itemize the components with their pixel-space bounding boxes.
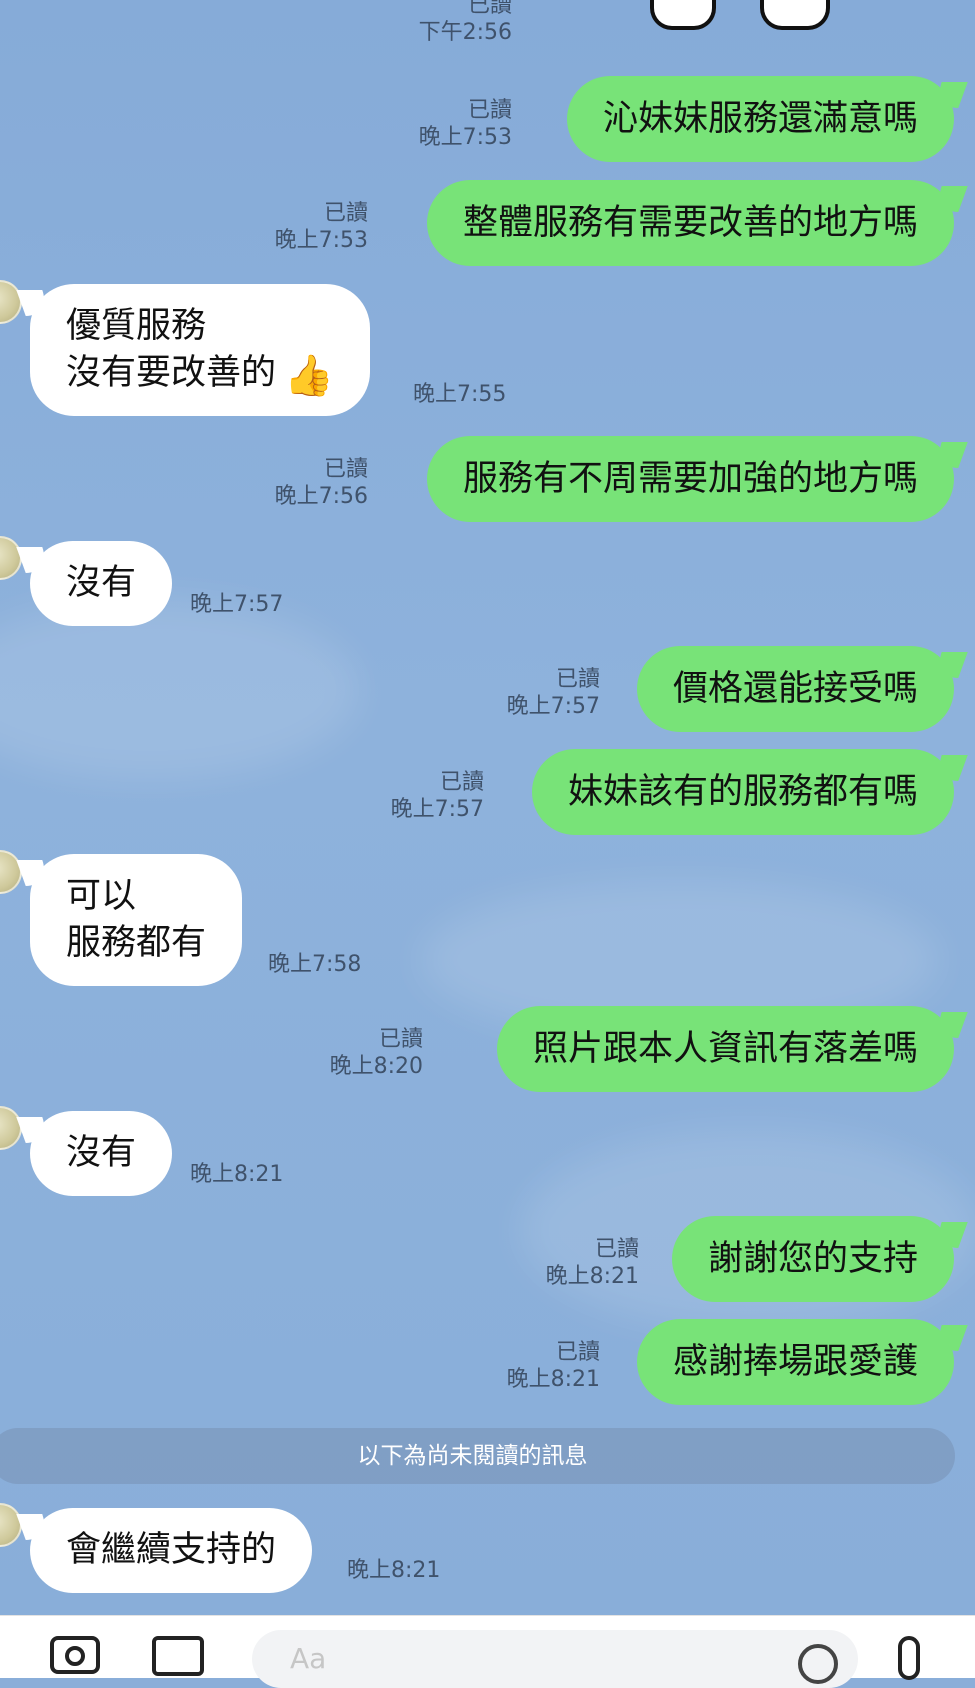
read-receipt: 已讀: [555, 1340, 600, 1365]
unread-divider: 以下為尚未閱讀的訊息: [0, 1428, 955, 1484]
message-meta: 已讀 晚上7:53: [275, 200, 368, 254]
message-meta: 已讀 晚上7:57: [507, 666, 600, 720]
avatar[interactable]: [0, 1106, 22, 1150]
read-receipt: 已讀: [323, 201, 368, 226]
message-input-bar: Aa: [0, 1615, 975, 1688]
message-text-line: 沒有: [66, 563, 137, 603]
avatar[interactable]: [0, 280, 22, 324]
photo-icon[interactable]: [152, 1636, 204, 1676]
read-receipt: 已讀: [323, 457, 368, 482]
chat-background: 已讀 下午2:56 沁妹妹服務還滿意嗎 已讀 晚上7:53 整體服務有需要改善的…: [0, 0, 975, 1615]
message-time: 晚上7:53: [274, 228, 368, 253]
message-text: 妹妹該有的服務都有嗎: [567, 771, 918, 812]
background-cloud: [0, 600, 360, 780]
read-receipt: 已讀: [555, 667, 600, 692]
message-time: 晚上7:53: [418, 125, 512, 150]
message-text: 照片跟本人資訊有落差嗎: [532, 1028, 918, 1069]
message-time: 晚上7:56: [274, 484, 368, 509]
message-meta: 晚上7:55: [413, 381, 506, 408]
incoming-message[interactable]: 沒有: [30, 1111, 173, 1196]
message-time: 晚上8:21: [506, 1367, 600, 1392]
read-receipt: 已讀: [467, 98, 512, 123]
outgoing-message[interactable]: 服務有不周需要加強的地方嗎: [426, 436, 954, 522]
message-time: 晚上8:20: [329, 1054, 423, 1079]
sticker-part: [650, 0, 716, 30]
outgoing-message[interactable]: 照片跟本人資訊有落差嗎: [496, 1006, 954, 1092]
avatar[interactable]: [0, 1503, 22, 1547]
avatar[interactable]: [0, 850, 22, 894]
message-text-line: 沒有要改善的: [66, 353, 277, 393]
message-meta: 已讀 晚上7:56: [275, 456, 368, 510]
message-time: 晚上7:58: [268, 952, 362, 977]
message-time: 晚上8:21: [347, 1558, 441, 1583]
message-text: 沁妹妹服務還滿意嗎: [602, 98, 918, 139]
message-meta: 已讀 晚上8:21: [546, 1236, 639, 1290]
message-text: 服務有不周需要加強的地方嗎: [462, 458, 918, 499]
outgoing-message[interactable]: 感謝捧場跟愛護: [636, 1319, 954, 1405]
outgoing-message[interactable]: 整體服務有需要改善的地方嗎: [426, 180, 954, 266]
camera-icon[interactable]: [50, 1636, 100, 1674]
read-receipt: 已讀: [594, 1237, 639, 1262]
message-time: 晚上7:57: [506, 694, 600, 719]
message-meta: 已讀 晚上7:57: [391, 769, 484, 823]
read-receipt: 已讀: [467, 0, 512, 18]
message-text-line: 沒有: [66, 1133, 137, 1173]
emoji-icon[interactable]: [798, 1644, 838, 1684]
message-meta: 已讀 晚上8:20: [330, 1026, 423, 1080]
message-text-line: 可以: [66, 876, 137, 916]
message-text-line: 會繼續支持的: [66, 1530, 277, 1570]
outgoing-message[interactable]: 價格還能接受嗎: [636, 646, 954, 732]
message-meta: 晚上8:21: [190, 1161, 283, 1188]
message-input[interactable]: Aa: [252, 1630, 858, 1688]
mic-icon[interactable]: [898, 1636, 920, 1680]
incoming-message[interactable]: 可以 服務都有: [30, 854, 243, 986]
incoming-message[interactable]: 會繼續支持的: [30, 1508, 313, 1593]
input-placeholder: Aa: [290, 1642, 327, 1675]
message-text-line: 優質服務: [66, 306, 207, 346]
avatar[interactable]: [0, 536, 22, 580]
message-text-line: 服務都有: [66, 923, 207, 963]
incoming-message[interactable]: 優質服務 沒有要改善的 👍: [30, 284, 370, 416]
message-meta: 已讀 下午2:56: [419, 0, 512, 46]
message-text: 價格還能接受嗎: [672, 668, 918, 709]
read-receipt: 已讀: [439, 770, 484, 795]
message-time: 晚上8:21: [545, 1264, 639, 1289]
message-meta: 已讀 晚上7:53: [419, 97, 512, 151]
message-text: 謝謝您的支持: [707, 1238, 918, 1279]
message-meta: 晚上8:21: [347, 1557, 440, 1584]
message-text: 整體服務有需要改善的地方嗎: [462, 202, 918, 243]
message-time: 晚上8:21: [190, 1162, 284, 1187]
message-time: 晚上7:57: [390, 797, 484, 822]
message-time: 晚上7:55: [413, 382, 507, 407]
message-time: 晚上7:57: [190, 592, 284, 617]
outgoing-message[interactable]: 妹妹該有的服務都有嗎: [531, 749, 954, 835]
outgoing-message[interactable]: 謝謝您的支持: [671, 1216, 954, 1302]
message-meta: 已讀 晚上8:21: [507, 1339, 600, 1393]
read-receipt: 已讀: [378, 1027, 423, 1052]
message-meta: 晚上7:58: [268, 951, 361, 978]
message-text: 感謝捧場跟愛護: [672, 1341, 918, 1382]
sticker-part: [760, 0, 830, 30]
thumbs-up-icon: 👍: [284, 353, 334, 399]
incoming-message[interactable]: 沒有: [30, 541, 173, 626]
message-meta: 晚上7:57: [190, 591, 283, 618]
sticker-image[interactable]: [650, 0, 830, 36]
message-time: 下午2:56: [418, 20, 512, 45]
outgoing-message[interactable]: 沁妹妹服務還滿意嗎: [566, 76, 954, 162]
